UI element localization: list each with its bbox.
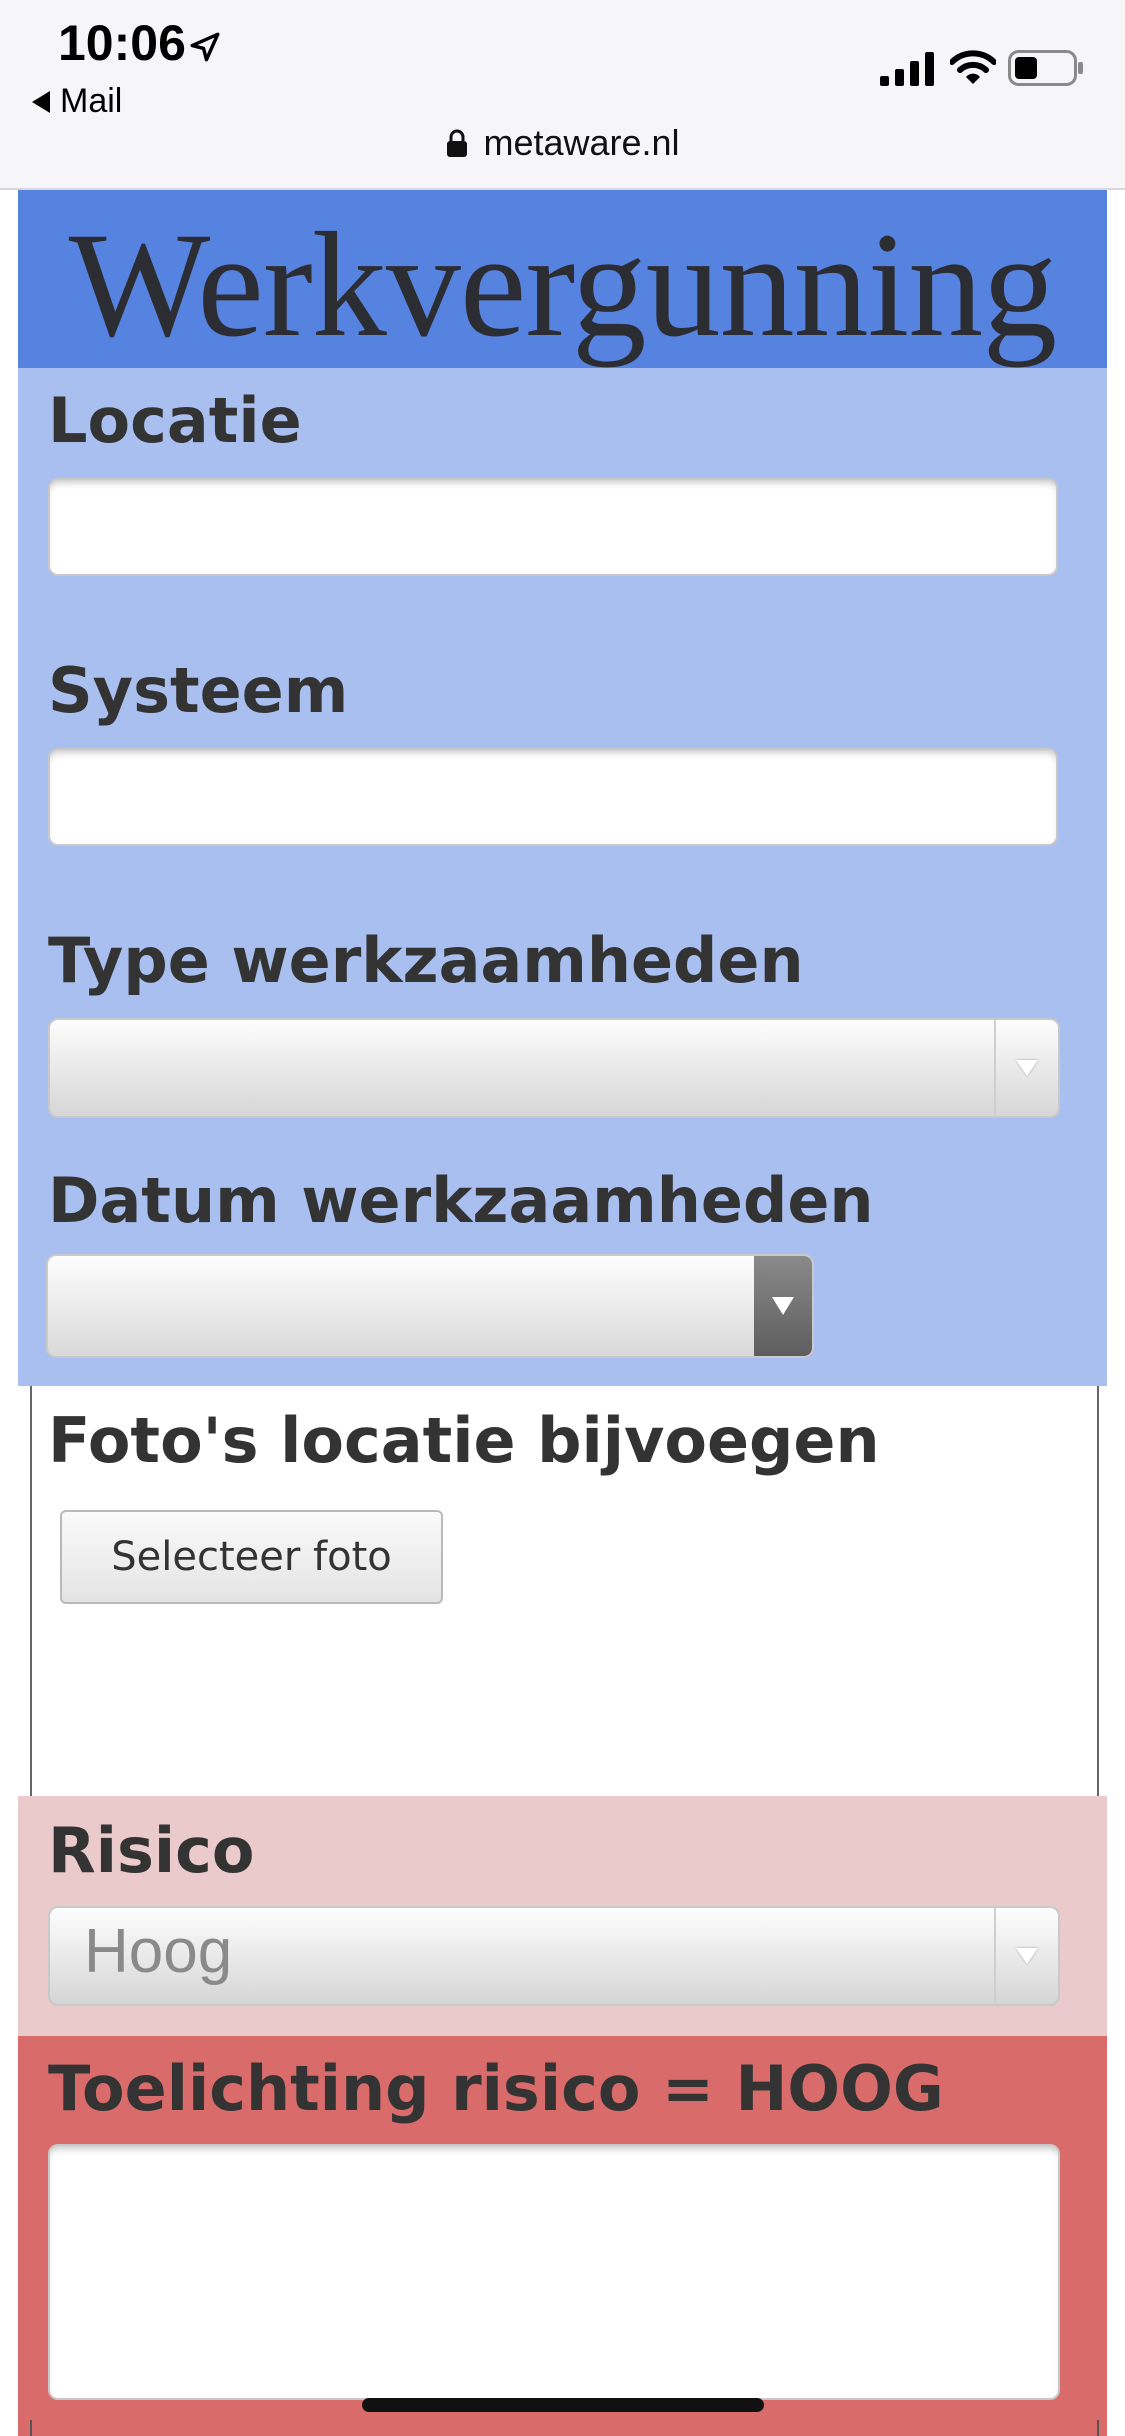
- toelichting-label: Toelichting risico = HOOG: [48, 2052, 944, 2125]
- toelichting-textarea[interactable]: [48, 2144, 1060, 2400]
- select-photo-button[interactable]: Selecteer foto: [60, 1510, 443, 1604]
- back-to-mail-link[interactable]: Mail: [32, 82, 122, 121]
- foto-label: Foto's locatie bijvoegen: [48, 1404, 880, 1477]
- dropdown-arrow-icon: [994, 1908, 1058, 2004]
- back-app-label: Mail: [60, 82, 123, 120]
- type-werkzaamheden-label: Type werkzaamheden: [48, 924, 804, 997]
- page-border: [30, 2420, 1099, 2436]
- home-indicator[interactable]: [362, 2398, 764, 2412]
- risico-label: Risico: [48, 1814, 255, 1887]
- status-bar: 10:06 Mail metaware.nl: [0, 0, 1125, 190]
- cellular-signal-icon: [880, 52, 934, 86]
- address-bar[interactable]: metaware.nl: [0, 118, 1125, 168]
- datum-werkzaamheden-label: Datum werkzaamheden: [48, 1164, 874, 1237]
- locatie-label: Locatie: [48, 384, 302, 457]
- location-arrow-icon: [190, 32, 220, 62]
- clock-time: 10:06: [58, 15, 186, 71]
- lock-icon: [447, 129, 468, 157]
- page-title: Werkvergunning: [68, 202, 1058, 368]
- battery-icon: [1008, 50, 1083, 86]
- risico-selected-value: Hoog: [84, 1917, 233, 1986]
- systeem-input[interactable]: [48, 748, 1058, 846]
- dropdown-arrow-icon: [994, 1020, 1058, 1116]
- locatie-input[interactable]: [48, 478, 1058, 576]
- systeem-label: Systeem: [48, 654, 349, 727]
- url-text: metaware.nl: [483, 122, 680, 163]
- dropdown-arrow-icon: [754, 1256, 812, 1356]
- datum-werkzaamheden-select[interactable]: [46, 1254, 814, 1358]
- risico-select[interactable]: Hoog: [48, 1906, 1060, 2006]
- type-werkzaamheden-select[interactable]: [48, 1018, 1060, 1118]
- wifi-icon: [950, 50, 996, 84]
- back-arrow-icon: [32, 90, 50, 113]
- page-header: Werkvergunning: [18, 190, 1107, 368]
